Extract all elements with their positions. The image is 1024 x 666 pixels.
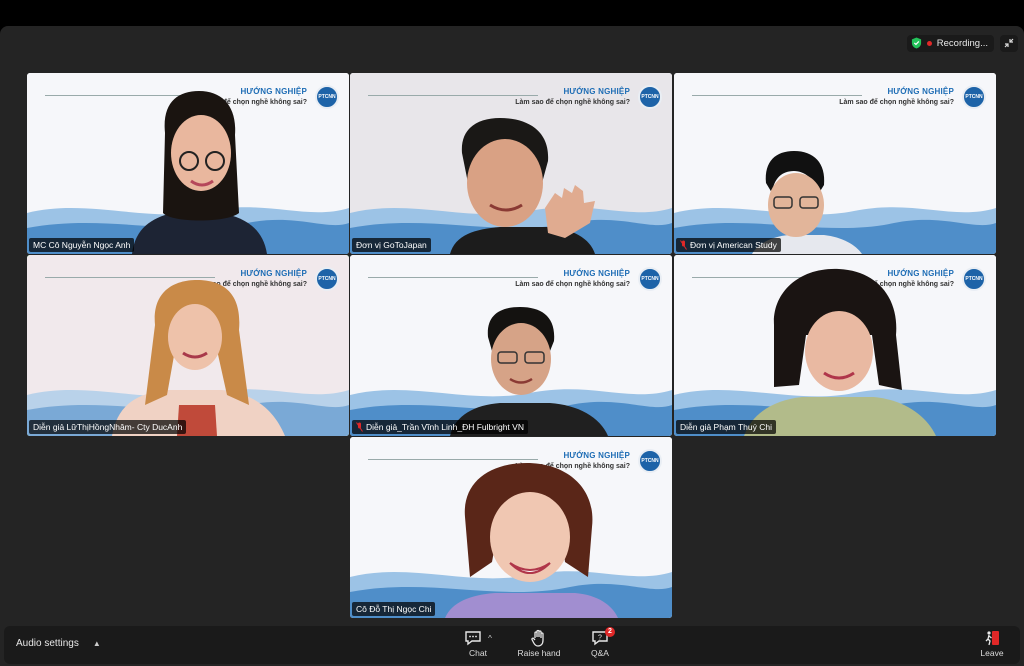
participant-name: Diễn giả_Trần Vĩnh Linh_ĐH Fulbright VN — [366, 422, 524, 432]
participant-name: Diễn giả LữThịHồngNhâm- Cty DucAnh — [33, 422, 183, 432]
participant-name: Đơn vị GoToJapan — [356, 240, 427, 250]
participant-name-label: MC Cô Nguyễn Ngọc Anh — [29, 238, 135, 252]
recording-indicator[interactable]: Recording... — [906, 34, 994, 52]
raise-hand-button[interactable]: Raise hand — [509, 628, 569, 658]
raise-hand-label: Raise hand — [517, 648, 561, 658]
participant-name: MC Cô Nguyễn Ngọc Anh — [33, 240, 131, 250]
participant-video — [112, 280, 285, 436]
participant-name: Diễn giả Phạm Thuý Chi — [680, 422, 772, 432]
chevron-up-icon[interactable]: ^ — [488, 634, 492, 643]
video-tile[interactable]: HƯỚNG NGHIỆP Làm sao để chọn nghề không … — [674, 255, 996, 436]
video-tile[interactable]: HƯỚNG NGHIỆP Làm sao để chọn nghề không … — [350, 437, 672, 618]
svg-text:?: ? — [598, 635, 602, 642]
chat-label: Chat — [469, 648, 487, 658]
participant-name: Đơn vị American Study — [690, 240, 777, 250]
participant-name-label: Đơn vị GoToJapan — [352, 238, 431, 252]
video-tile-active-speaker[interactable]: HƯỚNG NGHIỆP Làm sao để chọn nghề không … — [27, 255, 349, 436]
participant-name-label: Diễn giả Phạm Thuý Chi — [676, 420, 776, 434]
qa-badge: 2 — [605, 627, 615, 637]
leave-button[interactable]: Leave — [962, 628, 1022, 658]
top-right-controls: Recording... — [906, 34, 1018, 52]
participant-video — [132, 91, 267, 254]
recording-label: Recording... — [936, 37, 988, 49]
leave-label: Leave — [980, 648, 1004, 658]
chevron-up-icon[interactable]: ▲ — [93, 639, 101, 648]
chat-button[interactable]: ^ Chat — [448, 628, 508, 658]
participant-video — [445, 462, 618, 618]
participant-name-label: Cô Đỗ Thị Ngọc Chi — [352, 602, 436, 616]
participant-video — [752, 151, 862, 254]
raise-hand-icon — [531, 629, 544, 647]
participant-name-label: Diễn giả LữThịHồngNhâm- Cty DucAnh — [29, 420, 187, 434]
qa-label: Q&A — [591, 648, 609, 658]
collapse-icon[interactable] — [1000, 34, 1018, 52]
audio-settings-button[interactable]: Audio settings ▲ — [16, 638, 101, 649]
participant-name: Cô Đỗ Thị Ngọc Chi — [356, 604, 432, 614]
leave-icon — [985, 631, 999, 646]
video-tile[interactable]: HƯỚNG NGHIỆP Làm sao để chọn nghề không … — [27, 73, 349, 254]
participant-name-label: Đơn vị American Study — [676, 238, 781, 252]
chat-icon — [465, 631, 481, 646]
video-tile[interactable]: HƯỚNG NGHIỆP Làm sao để chọn nghề không … — [350, 73, 672, 254]
participant-video — [450, 118, 595, 254]
video-tile[interactable]: HƯỚNG NGHIỆP Làm sao để chọn nghề không … — [350, 255, 672, 436]
record-dot-icon — [926, 40, 932, 46]
mic-muted-icon — [680, 240, 687, 250]
participant-video — [450, 307, 608, 436]
video-tile[interactable]: HƯỚNG NGHIỆP Làm sao để chọn nghề không … — [674, 73, 996, 254]
meeting-toolbar: Audio settings ▲ ^ Chat Raise hand ? 2 Q… — [4, 626, 1020, 664]
audio-settings-label: Audio settings — [16, 638, 79, 649]
participant-video — [744, 268, 936, 436]
shield-check-icon — [911, 37, 921, 49]
qa-button[interactable]: ? 2 Q&A — [570, 627, 630, 658]
participant-name-label: Diễn giả_Trần Vĩnh Linh_ĐH Fulbright VN — [352, 420, 528, 434]
mic-muted-icon — [356, 422, 363, 432]
